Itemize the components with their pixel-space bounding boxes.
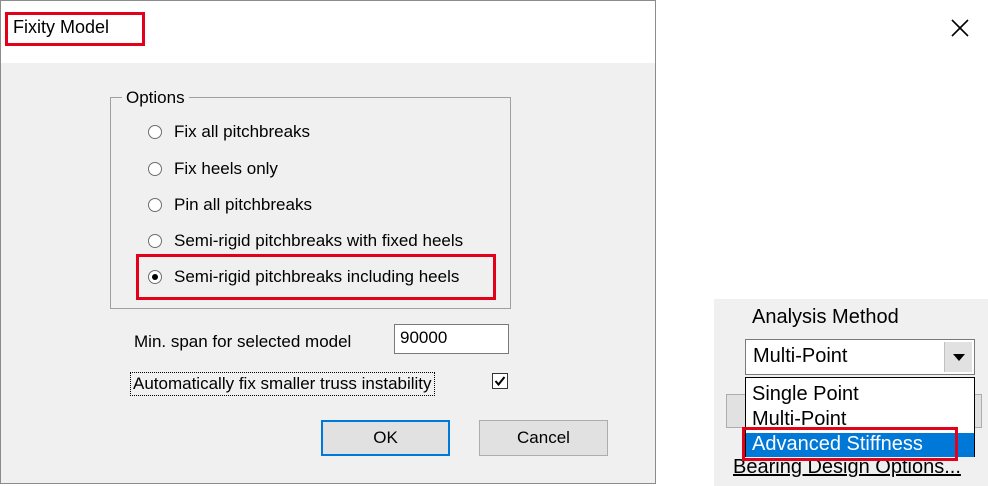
radio-button-icon[interactable] xyxy=(148,234,162,248)
radio-button-icon[interactable] xyxy=(148,125,162,139)
close-icon xyxy=(951,19,969,37)
advanced-stiffness-highlight-box xyxy=(742,427,958,461)
options-legend: Options xyxy=(122,88,189,108)
radio-button-icon[interactable] xyxy=(148,198,162,212)
radio-button-checked-icon[interactable] xyxy=(148,270,162,284)
close-button[interactable] xyxy=(946,14,974,42)
option-fix-all-pitchbreaks[interactable]: Fix all pitchbreaks xyxy=(148,120,310,144)
min-span-label: Min. span for selected model xyxy=(134,332,352,351)
radio-button-icon[interactable] xyxy=(148,162,162,176)
option-label: Semi-rigid pitchbreaks with fixed heels xyxy=(174,231,464,250)
option-label: Fix all pitchbreaks xyxy=(174,122,311,141)
ok-button[interactable]: OK xyxy=(321,420,450,456)
dialog-title: Fixity Model xyxy=(13,17,110,37)
option-label: Fix heels only xyxy=(174,159,278,178)
analysis-method-label: Analysis Method xyxy=(752,306,899,328)
option-label: Pin all pitchbreaks xyxy=(174,195,312,214)
option-semi-rigid-including-heels[interactable]: Semi-rigid pitchbreaks including heels xyxy=(148,265,459,289)
option-label: Semi-rigid pitchbreaks including heels xyxy=(174,267,460,286)
combobox-dropdown-button[interactable] xyxy=(944,342,972,372)
chevron-down-icon xyxy=(952,353,965,361)
checkmark-icon xyxy=(494,376,506,387)
option-pin-all-pitchbreaks[interactable]: Pin all pitchbreaks xyxy=(148,193,312,217)
min-span-input[interactable]: 90000 xyxy=(394,324,509,354)
auto-fix-label: Automatically fix smaller truss instabil… xyxy=(130,372,435,396)
cancel-button[interactable]: Cancel xyxy=(479,420,608,456)
auto-fix-checkbox[interactable] xyxy=(492,373,508,389)
option-fix-heels-only[interactable]: Fix heels only xyxy=(148,157,278,181)
combobox-value: Multi-Point xyxy=(753,345,848,367)
analysis-method-combobox[interactable]: Multi-Point xyxy=(745,339,975,375)
dropdown-item-single-point[interactable]: Single Point xyxy=(752,383,859,406)
option-semi-rigid-fixed-heels[interactable]: Semi-rigid pitchbreaks with fixed heels xyxy=(148,229,463,253)
